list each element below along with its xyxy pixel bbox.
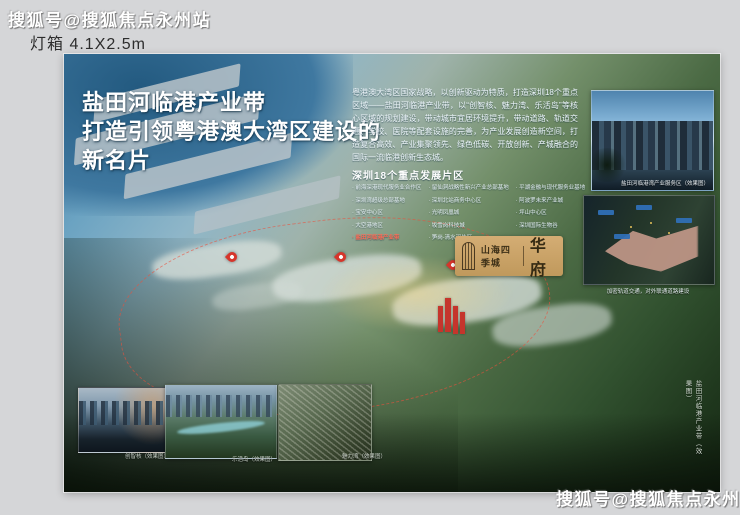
map-dot bbox=[668, 232, 670, 234]
title-line-3: 新名片 bbox=[82, 146, 381, 175]
project-logo-plaque: 山海四季城 华府 bbox=[455, 236, 563, 276]
highlighted-building bbox=[445, 298, 451, 332]
project-name: 山海四季城 bbox=[481, 243, 517, 269]
poster-title: 盐田河临港产业带 打造引领粤港澳大湾区建设的 新名片 bbox=[82, 88, 381, 175]
district-item: 光明凤凰城 bbox=[428, 208, 508, 216]
district-item: 深圳北站商务中心区 bbox=[428, 196, 508, 204]
skyline-buildings bbox=[166, 395, 276, 417]
district-item: 坂雪岗科技城 bbox=[428, 221, 508, 229]
title-line-2: 打造引领粤港澳大湾区建设的 bbox=[82, 117, 381, 146]
highlighted-building bbox=[460, 312, 465, 334]
plaque-divider bbox=[523, 246, 524, 266]
inset-photo-caption: 魅力湾（效果图） bbox=[342, 452, 386, 460]
tower-emblem-icon bbox=[462, 242, 475, 270]
inset-photo-caption: 乐活岛（效果图） bbox=[232, 455, 276, 463]
lightbox-size-label: 灯箱 4.1X2.5m bbox=[30, 30, 146, 54]
highlighted-building bbox=[453, 306, 458, 334]
district-item: 深圳国际生物谷 bbox=[516, 221, 585, 229]
district-item: 宝安中心区 bbox=[352, 208, 421, 216]
river-band bbox=[177, 418, 265, 436]
map-label-chip bbox=[614, 234, 630, 239]
highlighted-building bbox=[438, 306, 443, 332]
map-label-chip bbox=[598, 210, 614, 215]
districts-column-2: 留仙洞战略性新兴产业总部基地 深圳北站商务中心区 光明凤凰城 坂雪岗科技城 笋岗… bbox=[428, 183, 508, 241]
skyline-buildings bbox=[79, 401, 173, 425]
watermark-bottom: 搜狐号@搜狐焦点永州站 bbox=[556, 485, 740, 510]
inset-photo-core-area bbox=[78, 387, 174, 453]
inset-photo-caption: 盐田河临港湾产业服务区（效果图） bbox=[621, 179, 709, 187]
vertical-caption: 盐田河临港产业带（效果图） bbox=[682, 380, 702, 460]
title-line-1: 盐田河临港产业带 bbox=[82, 88, 381, 117]
district-item-highlighted: 盐田河临港产业带 bbox=[352, 233, 421, 241]
billboard-poster: 盐田河临港产业带 打造引领粤港澳大湾区建设的 新名片 粤港澳大湾区国家战略，以创… bbox=[64, 54, 720, 492]
district-item: 前海深港现代服务业合作区 bbox=[352, 183, 421, 191]
map-dot bbox=[630, 226, 632, 228]
map-label-chip bbox=[676, 218, 692, 223]
district-item: 大空港地区 bbox=[352, 221, 421, 229]
districts-list: 前海深港现代服务业合作区 深圳湾超级总部基地 宝安中心区 大空港地区 盐田河临港… bbox=[352, 183, 612, 241]
inset-photo-river-island bbox=[165, 384, 277, 459]
watermark-top: 搜狐号@搜狐焦点永州站 bbox=[8, 6, 211, 31]
project-subname: 华府 bbox=[530, 232, 556, 280]
map-label-chip bbox=[636, 205, 652, 210]
inset-photo-transit-map bbox=[583, 195, 715, 285]
inset-photo-caption: 加密轨道交通，对外联通道路建设 bbox=[583, 287, 713, 295]
district-item: 深圳湾超级总部基地 bbox=[352, 196, 421, 204]
inset-photo-skyline: 盐田河临港湾产业服务区（效果图） bbox=[591, 90, 714, 191]
inset-photo-caption: 创智核（效果图） bbox=[125, 452, 169, 460]
districts-section-title: 深圳18个重点发展片区 bbox=[352, 167, 464, 182]
district-item: 坪山中心区 bbox=[516, 208, 585, 216]
inset-photo-aerial-district bbox=[278, 384, 372, 461]
land-mass bbox=[605, 221, 699, 272]
districts-column-1: 前海深港现代服务业合作区 深圳湾超级总部基地 宝安中心区 大空港地区 盐田河临港… bbox=[352, 183, 421, 241]
district-item: 留仙洞战略性新兴产业总部基地 bbox=[428, 183, 508, 191]
intro-paragraph: 粤港澳大湾区国家战略，以创新驱动为特质，打造深圳18个重点区域——盐田河临港产业… bbox=[352, 87, 578, 165]
district-item: 阿波罗未来产业城 bbox=[516, 196, 585, 204]
district-item: 平湖金融与现代服务业基地 bbox=[516, 183, 585, 191]
map-dot bbox=[650, 222, 652, 224]
